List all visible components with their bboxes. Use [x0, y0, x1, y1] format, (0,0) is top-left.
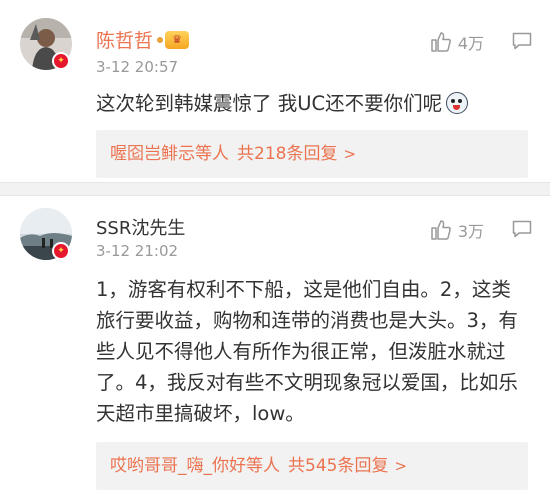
username[interactable]: 陈哲哲 ♛: [96, 26, 190, 53]
like-button[interactable]: 3万: [430, 218, 484, 242]
reply-suffix: 等人: [246, 456, 280, 476]
reply-preview[interactable]: 喔囵岂鲱忈等人 共218条回复 >: [96, 130, 528, 178]
comment-text: 这次轮到韩媒震惊了 我UC还不要你们呢: [96, 88, 526, 119]
reply-preview[interactable]: 哎哟哥哥_嗨_你好等人 共545条回复 >: [96, 442, 528, 490]
comment-item: ✦ SSR沈先生 3-12 21:02 3万 1，游客有权利不下船，这是他们自由…: [0, 196, 550, 501]
reply-count[interactable]: 共545条回复: [288, 456, 388, 476]
reply-users[interactable]: 喔囵岂鲱忈: [110, 144, 195, 164]
timestamp: 3-12 21:02: [96, 242, 179, 260]
reply-count[interactable]: 共218条回复: [237, 144, 337, 164]
chevron-right-icon: >: [343, 145, 357, 163]
divider: [0, 182, 550, 196]
vip-crown-icon: ♛: [155, 30, 190, 49]
comment-item: ✦ 陈哲哲 ♛ 3-12 20:57 4万 这次轮到韩媒震惊了 我UC还不要你们…: [0, 0, 550, 182]
like-count: 3万: [457, 222, 484, 241]
comment-icon: [512, 32, 532, 50]
like-count: 4万: [457, 34, 484, 53]
chevron-right-icon: >: [394, 457, 408, 475]
thumb-up-icon: [431, 220, 451, 240]
reply-users[interactable]: 哎哟哥哥_嗨_你好: [110, 456, 246, 476]
reply-button[interactable]: [512, 32, 532, 54]
username-text[interactable]: SSR沈先生: [96, 214, 185, 240]
reply-suffix: 等人: [195, 144, 229, 164]
username-text[interactable]: 陈哲哲: [96, 26, 153, 53]
reply-button[interactable]: [512, 220, 532, 242]
like-button[interactable]: 4万: [430, 30, 484, 54]
comment-text: 1，游客有权利不下船，这是他们自由。2，这类旅行要收益，购物和连带的消费也是大头…: [96, 278, 518, 425]
comment-body: 这次轮到韩媒震惊了 我UC还不要你们呢: [96, 92, 443, 115]
username[interactable]: SSR沈先生: [96, 214, 185, 240]
thumb-up-icon: [431, 32, 451, 52]
emoji-icon: [446, 92, 469, 114]
verified-badge-icon: ✦: [52, 52, 70, 70]
timestamp: 3-12 20:57: [96, 58, 179, 76]
verified-badge-icon: ✦: [52, 242, 70, 260]
comment-icon: [512, 220, 532, 238]
